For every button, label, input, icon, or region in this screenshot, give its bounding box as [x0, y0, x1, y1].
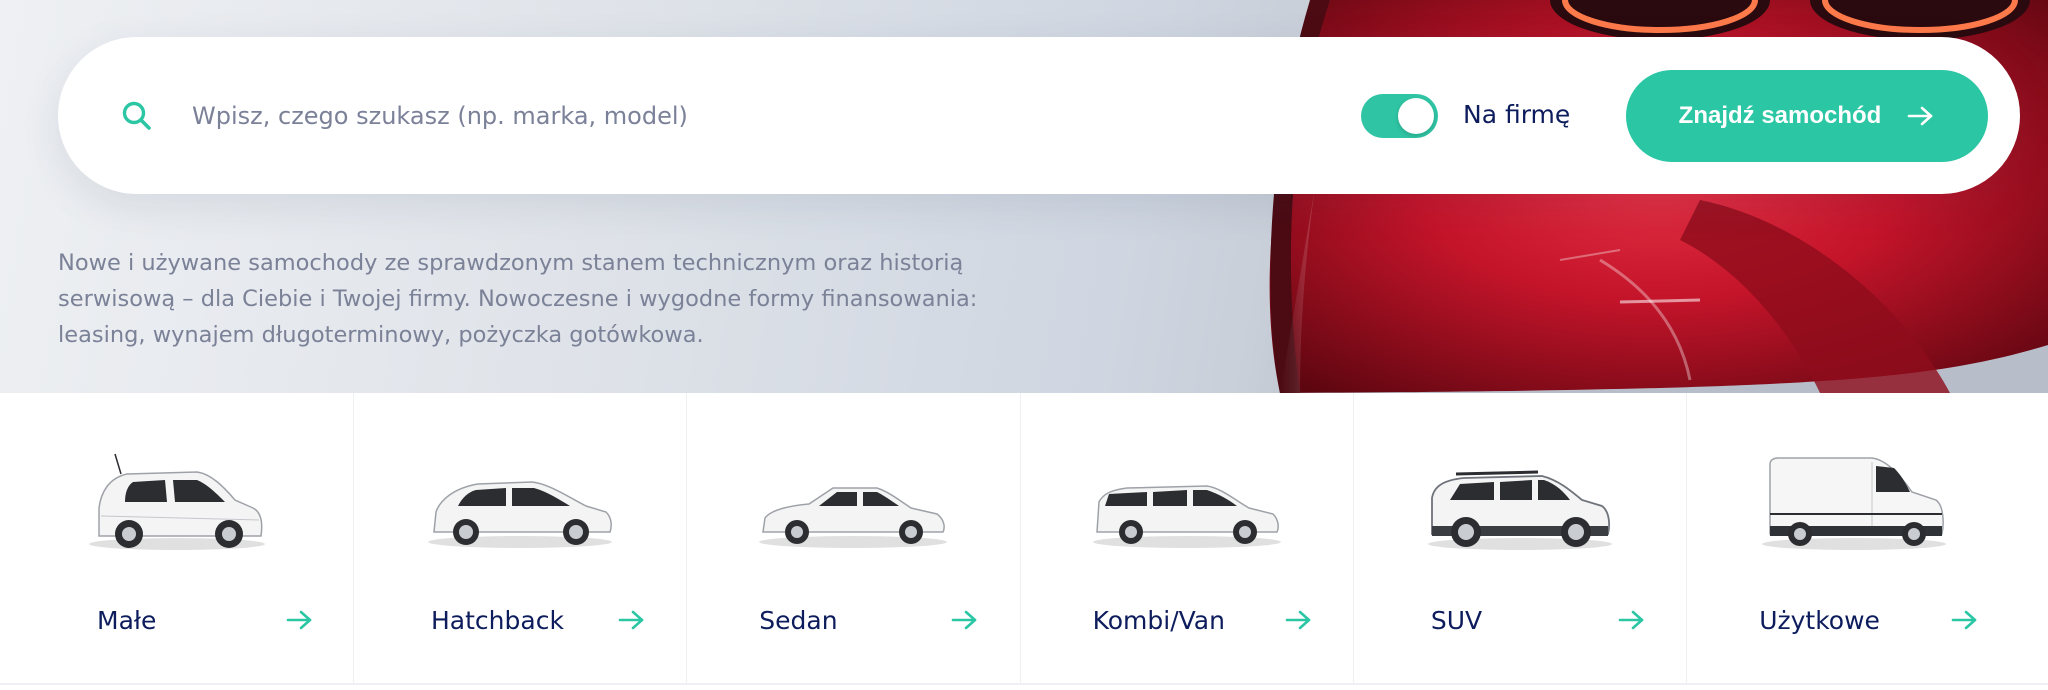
category-label: Sedan — [759, 606, 838, 635]
hero-description: Nowe i używane samochody ze sprawdzonym … — [58, 250, 978, 348]
search-input[interactable] — [192, 90, 1292, 142]
arrow-right-icon — [1285, 610, 1310, 630]
sedan-car-icon — [759, 487, 948, 548]
bottom-divider — [0, 683, 2048, 685]
find-car-button[interactable]: Znajdź samochód — [1626, 70, 1988, 162]
category-label: Hatchback — [431, 606, 564, 635]
arrow-right-icon — [286, 610, 312, 630]
category-male[interactable]: Małe — [0, 393, 354, 683]
hatchback-car-icon — [428, 481, 613, 548]
company-toggle-label[interactable]: Na firmę — [1463, 100, 1570, 129]
category-label: SUV — [1430, 606, 1483, 635]
van-icon — [1761, 457, 1946, 550]
hero-banner: Na firmę Znajdź samochód Nowe i używane … — [0, 0, 2048, 393]
category-hatchback[interactable]: Hatchback — [354, 393, 688, 683]
arrow-right-icon — [1951, 610, 1977, 630]
category-label: Małe — [97, 606, 157, 635]
small-car-icon — [88, 453, 265, 550]
category-suv[interactable]: SUV — [1354, 393, 1688, 683]
estate-car-icon — [1092, 485, 1281, 548]
search-icon — [122, 101, 151, 130]
category-label: Kombi/Van — [1092, 606, 1225, 635]
category-label: Użytkowe — [1759, 606, 1880, 635]
arrow-right-icon — [1618, 610, 1644, 630]
arrow-right-icon — [618, 610, 644, 630]
arrow-right-icon — [951, 610, 977, 630]
suv-car-icon — [1428, 470, 1613, 550]
category-sedan[interactable]: Sedan — [687, 393, 1021, 683]
company-toggle[interactable] — [1361, 94, 1438, 138]
toggle-knob — [1398, 98, 1434, 134]
find-car-button-label: Znajdź samochód — [1678, 102, 1882, 129]
category-uzytkowe[interactable]: Użytkowe — [1687, 393, 2020, 683]
category-list: Małe Hatchback Sedan Kombi/Van SUV Użytk… — [0, 393, 2048, 683]
arrow-right-icon — [1908, 106, 1933, 126]
category-kombi-van[interactable]: Kombi/Van — [1021, 393, 1354, 683]
